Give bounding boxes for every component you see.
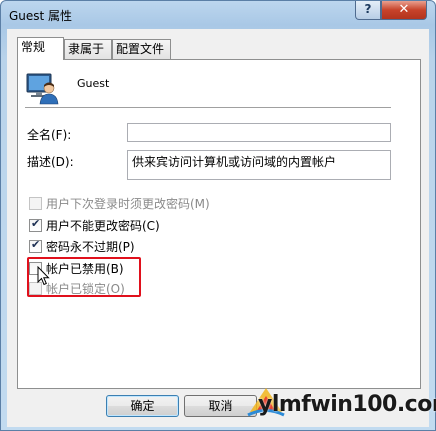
tab-general[interactable]: 常规 <box>17 37 64 60</box>
help-icon: ? <box>364 2 372 16</box>
dialog-client-area: 常规 隶属于 配置文件 Guest 全名(F): 描述(D): 供来宾访问计算机… <box>7 29 429 427</box>
ok-button[interactable]: 确定 <box>106 395 179 417</box>
description-field[interactable]: 供来宾访问计算机或访问域的内置帐户 <box>127 150 391 180</box>
help-button[interactable]: ? <box>355 1 381 20</box>
tab-profile[interactable]: 配置文件 <box>112 39 171 59</box>
user-account-icon <box>26 73 59 105</box>
properties-window: Guest 属性 ? ✕ 常规 隶属于 配置文件 Guest 全名(F): 描述… <box>0 0 436 431</box>
checkbox-box[interactable] <box>29 238 42 253</box>
must-change-password-checkbox[interactable]: 用户下次登录时须更改密码(M) <box>29 195 210 211</box>
tab-member-of[interactable]: 隶属于 <box>64 39 112 59</box>
description-label: 描述(D): <box>27 155 74 169</box>
fullname-label: 全名(F): <box>27 128 72 142</box>
title-bar[interactable]: Guest 属性 ? ✕ <box>1 1 435 29</box>
mouse-cursor-icon <box>37 266 50 286</box>
close-icon: ✕ <box>398 2 410 17</box>
checkbox-box[interactable] <box>29 217 42 232</box>
window-title: Guest 属性 <box>9 9 73 23</box>
fullname-field[interactable] <box>127 123 391 142</box>
account-name: Guest <box>77 77 110 90</box>
password-never-expires-checkbox[interactable]: 密码永不过期(P) <box>29 238 135 254</box>
watermark-text: ylmfwin100.com <box>258 392 436 417</box>
checkbox-label: 密码永不过期(P) <box>46 239 135 254</box>
checkbox-box[interactable] <box>29 196 42 210</box>
checkbox-label: 用户不能更改密码(C) <box>46 218 160 233</box>
separator <box>25 107 391 108</box>
close-button[interactable]: ✕ <box>381 1 427 20</box>
checkbox-label: 用户下次登录时须更改密码(M) <box>46 196 210 211</box>
cannot-change-password-checkbox[interactable]: 用户不能更改密码(C) <box>29 217 160 233</box>
